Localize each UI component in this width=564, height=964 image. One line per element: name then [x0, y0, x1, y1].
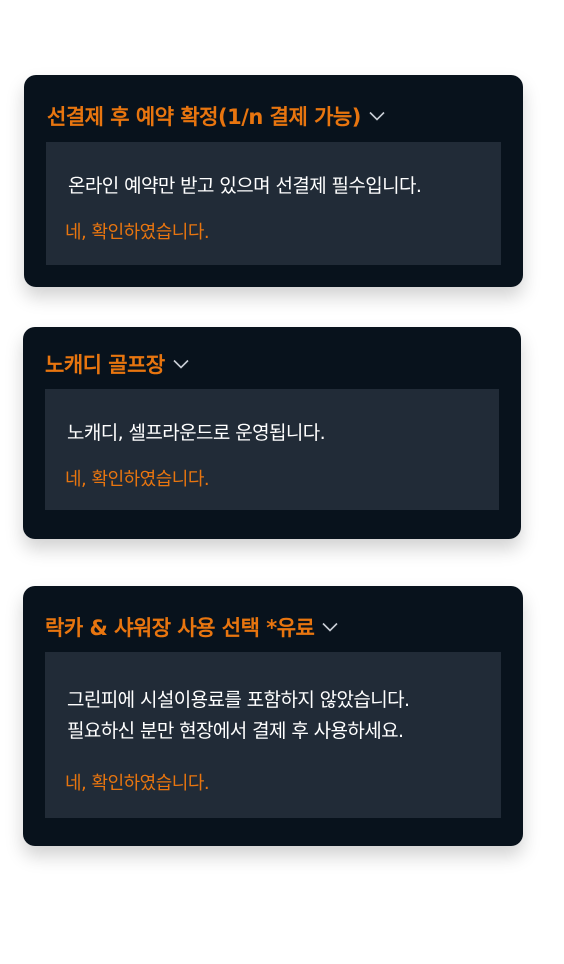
- chevron-down-icon: [173, 359, 189, 369]
- notice-title: 선결제 후 예약 확정(1/n 결제 가능): [47, 105, 361, 129]
- notice-panel: 노캐디, 셀프라운드로 운영됩니다. 네, 확인하였습니다.: [45, 389, 499, 510]
- notice-card-no-caddie: 노캐디 골프장 노캐디, 셀프라운드로 운영됩니다. 네, 확인하였습니다.: [23, 327, 521, 539]
- notice-description-line-2: 필요하신 분만 현장에서 결제 후 사용하세요.: [67, 720, 404, 742]
- notice-card-locker-shower: 락카 & 샤워장 사용 선택 *유료 그린피에 시설이용료를 포함하지 않았습니…: [23, 586, 523, 846]
- notice-description-line-1: 그린피에 시설이용료를 포함하지 않았습니다.: [67, 689, 410, 711]
- notice-title-toggle[interactable]: 선결제 후 예약 확정(1/n 결제 가능): [47, 101, 385, 131]
- notice-description: 온라인 예약만 받고 있으며 선결제 필수입니다.: [68, 175, 422, 197]
- confirm-link[interactable]: 네, 확인하였습니다.: [65, 218, 210, 244]
- notice-title-toggle[interactable]: 노캐디 골프장: [45, 349, 189, 379]
- chevron-down-icon: [369, 111, 385, 121]
- notice-panel: 온라인 예약만 받고 있으며 선결제 필수입니다. 네, 확인하였습니다.: [46, 142, 501, 265]
- notice-card-prepayment: 선결제 후 예약 확정(1/n 결제 가능) 온라인 예약만 받고 있으며 선결…: [24, 75, 523, 287]
- notice-title-toggle[interactable]: 락카 & 샤워장 사용 선택 *유료: [45, 612, 338, 642]
- notice-title: 노캐디 골프장: [45, 353, 165, 377]
- notice-title: 락카 & 샤워장 사용 선택 *유료: [45, 616, 315, 640]
- notice-panel: 그린피에 시설이용료를 포함하지 않았습니다. 필요하신 분만 현장에서 결제 …: [45, 652, 501, 818]
- chevron-down-icon: [322, 622, 338, 632]
- notice-description: 노캐디, 셀프라운드로 운영됩니다.: [67, 422, 326, 444]
- confirm-link[interactable]: 네, 확인하였습니다.: [65, 769, 210, 795]
- confirm-link[interactable]: 네, 확인하였습니다.: [65, 465, 210, 491]
